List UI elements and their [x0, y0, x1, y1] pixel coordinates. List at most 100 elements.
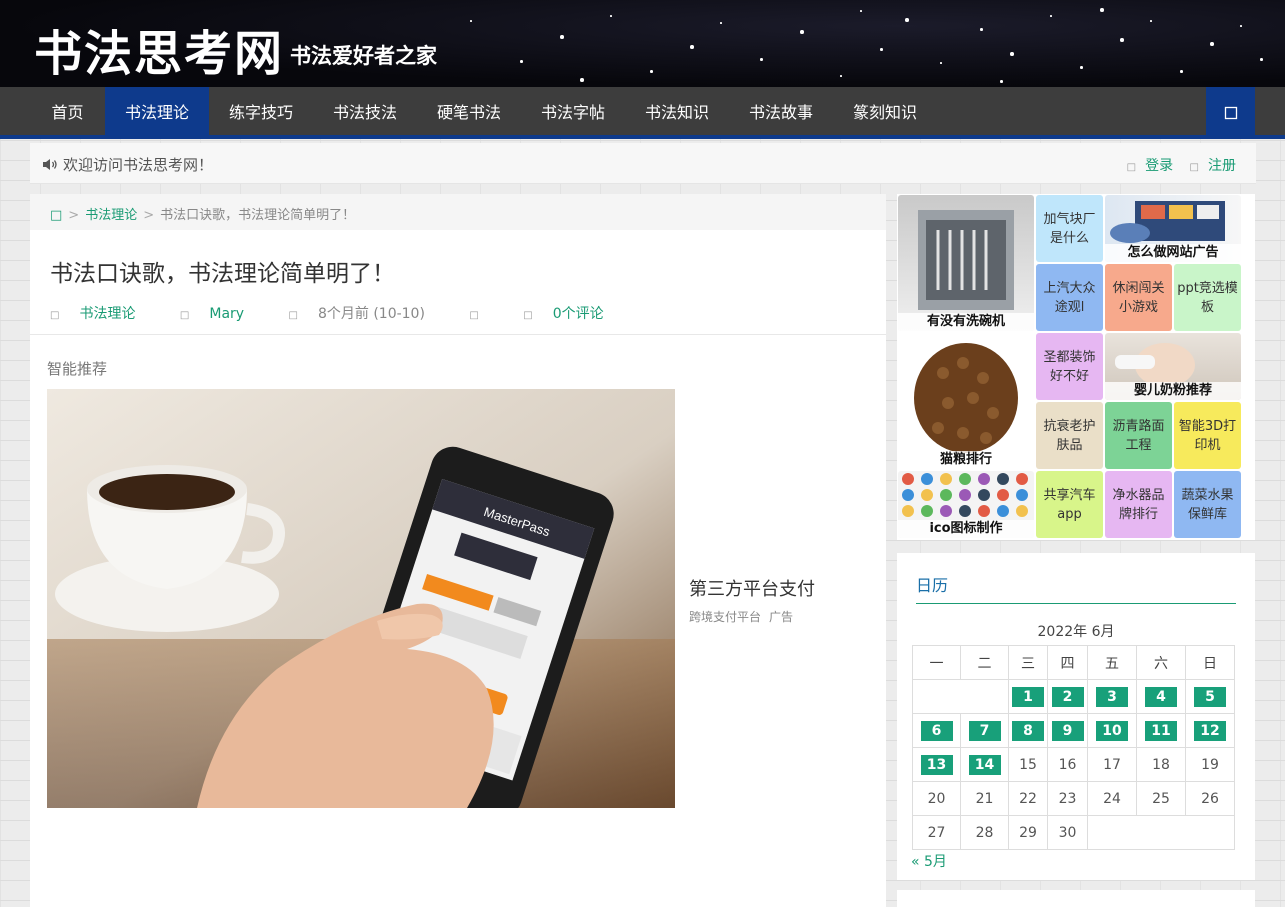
main-nav: 首页 书法理论 练字技巧 书法技法 硬笔书法 书法字帖 书法知识 书法故事 篆刻…: [0, 87, 1285, 139]
calendar-prev-month[interactable]: « 5月: [911, 851, 947, 871]
calendar-day-link[interactable]: 14: [968, 754, 1001, 775]
tile-carshare[interactable]: 共享汽车app: [1036, 471, 1103, 538]
star-dot: [760, 58, 763, 61]
cat-food-image: [914, 343, 1018, 453]
user-icon: □: [1126, 162, 1137, 173]
calendar-day[interactable]: 10: [1087, 713, 1137, 748]
nav-item-home[interactable]: 首页: [30, 87, 105, 139]
ad-source[interactable]: 跨境支付平台: [689, 610, 761, 624]
star-dot: [1260, 58, 1263, 61]
calendar-day[interactable]: 14: [960, 747, 1009, 782]
tile-ppt[interactable]: ppt竞选模板: [1174, 264, 1241, 331]
ico-dot: [959, 473, 971, 485]
calendar-day[interactable]: 1: [1008, 679, 1048, 714]
calendar-title: 日历: [916, 576, 949, 595]
meta-comments[interactable]: □ 0个评论: [523, 306, 623, 322]
sidebar-widget: [897, 890, 1255, 907]
calendar-day-link[interactable]: 10: [1096, 720, 1128, 741]
calendar-day-link[interactable]: 3: [1096, 686, 1128, 707]
ico-dot: [978, 505, 990, 517]
calendar-day[interactable]: 11: [1136, 713, 1186, 748]
register-link[interactable]: □ 注册: [1184, 158, 1236, 174]
tile-veg[interactable]: 蔬菜水果保鲜库: [1174, 471, 1241, 538]
star-dot: [650, 70, 653, 73]
main-content: □ > 书法理论 > 书法口诀歌，书法理论简单明了！ 书法口诀歌，书法理论简单明了！ □…: [30, 194, 886, 907]
calendar-day-link[interactable]: 7: [968, 720, 1001, 741]
star-dot: [470, 20, 472, 22]
calendar-day-link[interactable]: 4: [1145, 686, 1177, 707]
nav-item-stories[interactable]: 书法故事: [729, 87, 833, 139]
tile-shengdu[interactable]: 圣都装饰好不好: [1036, 333, 1103, 400]
calendar-day[interactable]: 5: [1185, 679, 1235, 714]
calendar-day-link[interactable]: 8: [1012, 720, 1044, 741]
tile-skincare[interactable]: 抗衰老护肤品: [1036, 402, 1103, 469]
nav-item-knowledge[interactable]: 书法知识: [625, 87, 729, 139]
tile-casual-game[interactable]: 休闲闯关小游戏: [1105, 264, 1172, 331]
breadcrumb-category[interactable]: 书法理论: [85, 208, 137, 223]
calendar-weekday: 三: [1008, 645, 1048, 680]
calendar-day[interactable]: 7: [960, 713, 1009, 748]
meta-category[interactable]: □ 书法理论: [50, 306, 155, 322]
calendar-day-link[interactable]: 11: [1145, 720, 1177, 741]
calendar-day-link[interactable]: 1: [1012, 686, 1044, 707]
calendar-day[interactable]: 9: [1047, 713, 1088, 748]
ico-dot: [997, 489, 1009, 501]
tile-printer[interactable]: 智能3D打印机: [1174, 402, 1241, 469]
calendar-day-link[interactable]: 13: [920, 754, 953, 775]
ico-dot: [940, 489, 952, 501]
ad-image[interactable]: MasterPass: [47, 389, 675, 808]
calendar-day-link[interactable]: 2: [1051, 686, 1084, 707]
breadcrumb-current: 书法口诀歌，书法理论简单明了！: [160, 208, 356, 223]
star-dot: [860, 10, 862, 12]
nav-item-seal-carving[interactable]: 篆刻知识: [833, 87, 937, 139]
nav-item-theory[interactable]: 书法理论: [105, 87, 209, 139]
calendar-day-link[interactable]: 6: [920, 720, 953, 741]
ad-title[interactable]: 第三方平台支付: [689, 575, 815, 601]
tile-water[interactable]: 净水器品牌排行: [1105, 471, 1172, 538]
search-button[interactable]: [1206, 87, 1255, 139]
ico-dot: [902, 505, 914, 517]
calendar-weekday: 六: [1136, 645, 1186, 680]
tile-asphalt[interactable]: 沥青路面工程: [1105, 402, 1172, 469]
calendar-table: 一二三四五六日 1 2 3 4 5 6 7 8 9 10 11 12 13 14 15 16 17 18 19 20 2…: [912, 645, 1235, 850]
star-dot: [1050, 15, 1052, 17]
nav-item-techniques[interactable]: 书法技法: [313, 87, 417, 139]
nav-item-practice-tips[interactable]: 练字技巧: [209, 87, 313, 139]
folder-icon: □: [50, 310, 60, 321]
tile-milk[interactable]: 婴儿奶粉推荐: [1105, 333, 1241, 400]
site-slogan: 书法爱好者之家: [290, 43, 437, 68]
notice-text: 欢迎访问书法思考网！: [63, 156, 214, 174]
home-icon[interactable]: □: [50, 208, 62, 223]
calendar-day: 27: [912, 815, 961, 850]
ico-dot: [902, 489, 914, 501]
star-dot: [800, 30, 804, 34]
tile-gas[interactable]: 加气块厂是什么: [1036, 195, 1103, 262]
tile-dishwasher[interactable]: 有没有洗碗机: [898, 195, 1034, 331]
calendar-day[interactable]: 2: [1047, 679, 1088, 714]
calendar-day[interactable]: 4: [1136, 679, 1186, 714]
calendar-day-link[interactable]: 9: [1051, 720, 1084, 741]
calendar-day[interactable]: 6: [912, 713, 961, 748]
ico-dot: [978, 473, 990, 485]
nav-item-hard-pen[interactable]: 硬笔书法: [417, 87, 521, 139]
tile-website-ad[interactable]: 怎么做网站广告: [1105, 195, 1241, 262]
calendar-day[interactable]: 8: [1008, 713, 1048, 748]
site-logo[interactable]: 书法思考网: [34, 14, 284, 84]
star-dot: [1100, 8, 1104, 12]
login-link[interactable]: □ 登录: [1121, 158, 1173, 174]
ad-tag: 广告: [769, 610, 794, 624]
star-dot: [1080, 66, 1083, 69]
calendar-day[interactable]: 13: [912, 747, 961, 782]
tile-cat-food[interactable]: 猫粮排行: [898, 333, 1034, 469]
star-dot: [1150, 20, 1152, 22]
calendar-day[interactable]: 3: [1087, 679, 1137, 714]
calendar-day-link[interactable]: 5: [1194, 686, 1226, 707]
nav-item-copybooks[interactable]: 书法字帖: [521, 87, 625, 139]
tile-ico[interactable]: ico图标制作: [898, 471, 1034, 538]
calendar-day: 22: [1008, 781, 1048, 816]
meta-author[interactable]: □ Mary: [180, 306, 264, 322]
calendar-day-link[interactable]: 12: [1194, 720, 1226, 741]
star-dot: [940, 62, 942, 64]
tile-saic[interactable]: 上汽大众途观l: [1036, 264, 1103, 331]
calendar-day[interactable]: 12: [1185, 713, 1235, 748]
